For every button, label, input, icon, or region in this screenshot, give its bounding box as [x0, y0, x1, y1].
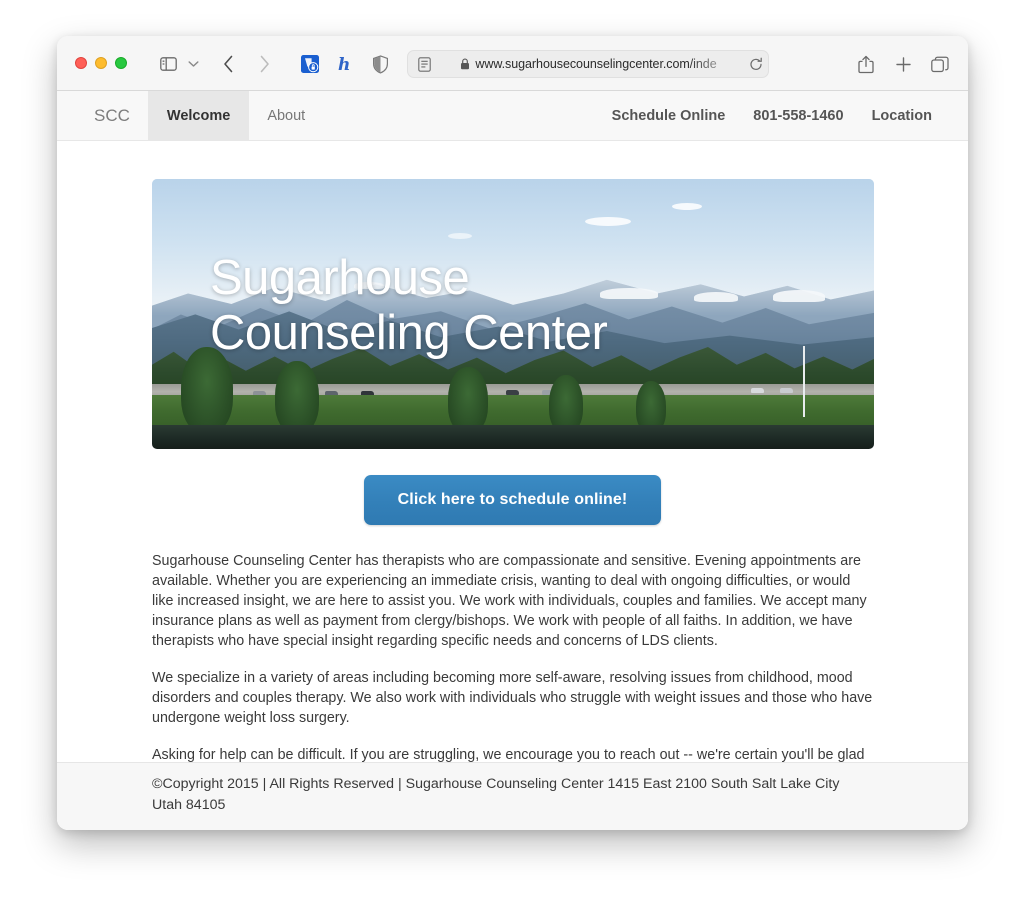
foreground-tree [274, 360, 319, 433]
svg-text:h: h [338, 55, 350, 74]
snow-cap [772, 289, 825, 302]
nav-item-phone-number[interactable]: 801-558-1460 [739, 91, 857, 140]
share-icon[interactable] [853, 51, 879, 77]
cloud-shape [448, 233, 473, 239]
cloud-shape [585, 216, 632, 226]
url-text: www.sugarhousecounselingcenter.com/inde [475, 57, 717, 71]
new-tab-button[interactable] [890, 51, 916, 77]
hero-pond [152, 424, 874, 449]
site-navbar: SCC Welcome About Schedule Online 801-55… [57, 91, 968, 141]
browser-toolbar: h www.sugarhousecounselingcenter.com/ind… [57, 36, 968, 91]
paragraph-2: We specialize in a variety of areas incl… [152, 670, 873, 726]
page-viewport: SCC Welcome About Schedule Online 801-55… [57, 91, 968, 830]
password-manager-icon[interactable] [297, 51, 323, 77]
minimize-window-button[interactable] [95, 57, 107, 69]
flagpole [803, 346, 806, 417]
browser-window: h www.sugarhousecounselingcenter.com/ind… [57, 36, 968, 830]
address-bar[interactable]: www.sugarhousecounselingcenter.com/inde [407, 50, 769, 78]
sidebar-icon[interactable] [155, 51, 181, 77]
nav-item-location[interactable]: Location [858, 91, 968, 140]
hero-title: Sugarhouse Counseling Center [210, 251, 608, 360]
nav-item-schedule-online[interactable]: Schedule Online [598, 91, 740, 140]
forward-button[interactable] [251, 51, 277, 77]
shield-extension-icon[interactable] [367, 51, 393, 77]
honey-extension-icon[interactable]: h [331, 51, 357, 77]
maximize-window-button[interactable] [115, 57, 127, 69]
site-brand[interactable]: SCC [57, 91, 148, 140]
hero-banner: Sugarhouse Counseling Center [152, 179, 874, 449]
cta-row: Click here to schedule online! [152, 475, 873, 525]
nav-item-about[interactable]: About [249, 91, 321, 140]
foreground-tree [448, 366, 489, 433]
lock-icon [460, 58, 470, 70]
url-display[interactable]: www.sugarhousecounselingcenter.com/inde [433, 51, 744, 77]
site-footer: ©Copyright 2015 | All Rights Reserved | … [57, 762, 968, 830]
schedule-online-button[interactable]: Click here to schedule online! [363, 475, 662, 525]
reader-view-icon[interactable] [415, 55, 433, 73]
parked-car [505, 389, 519, 395]
snow-cap [693, 292, 738, 303]
close-window-button[interactable] [75, 57, 87, 69]
parked-car [751, 388, 765, 394]
chevron-down-icon[interactable] [184, 51, 202, 77]
tab-overview-icon[interactable] [927, 51, 953, 77]
page-content: Sugarhouse Counseling Center Click here … [57, 179, 968, 812]
reload-icon[interactable] [744, 51, 768, 77]
nav-item-welcome[interactable]: Welcome [147, 91, 250, 140]
snow-cap [599, 288, 658, 300]
copyright-text: ©Copyright 2015 | All Rights Reserved | … [152, 776, 840, 813]
back-button[interactable] [215, 51, 241, 77]
paragraph-1: Sugarhouse Counseling Center has therapi… [152, 553, 867, 649]
parked-car [780, 388, 794, 394]
